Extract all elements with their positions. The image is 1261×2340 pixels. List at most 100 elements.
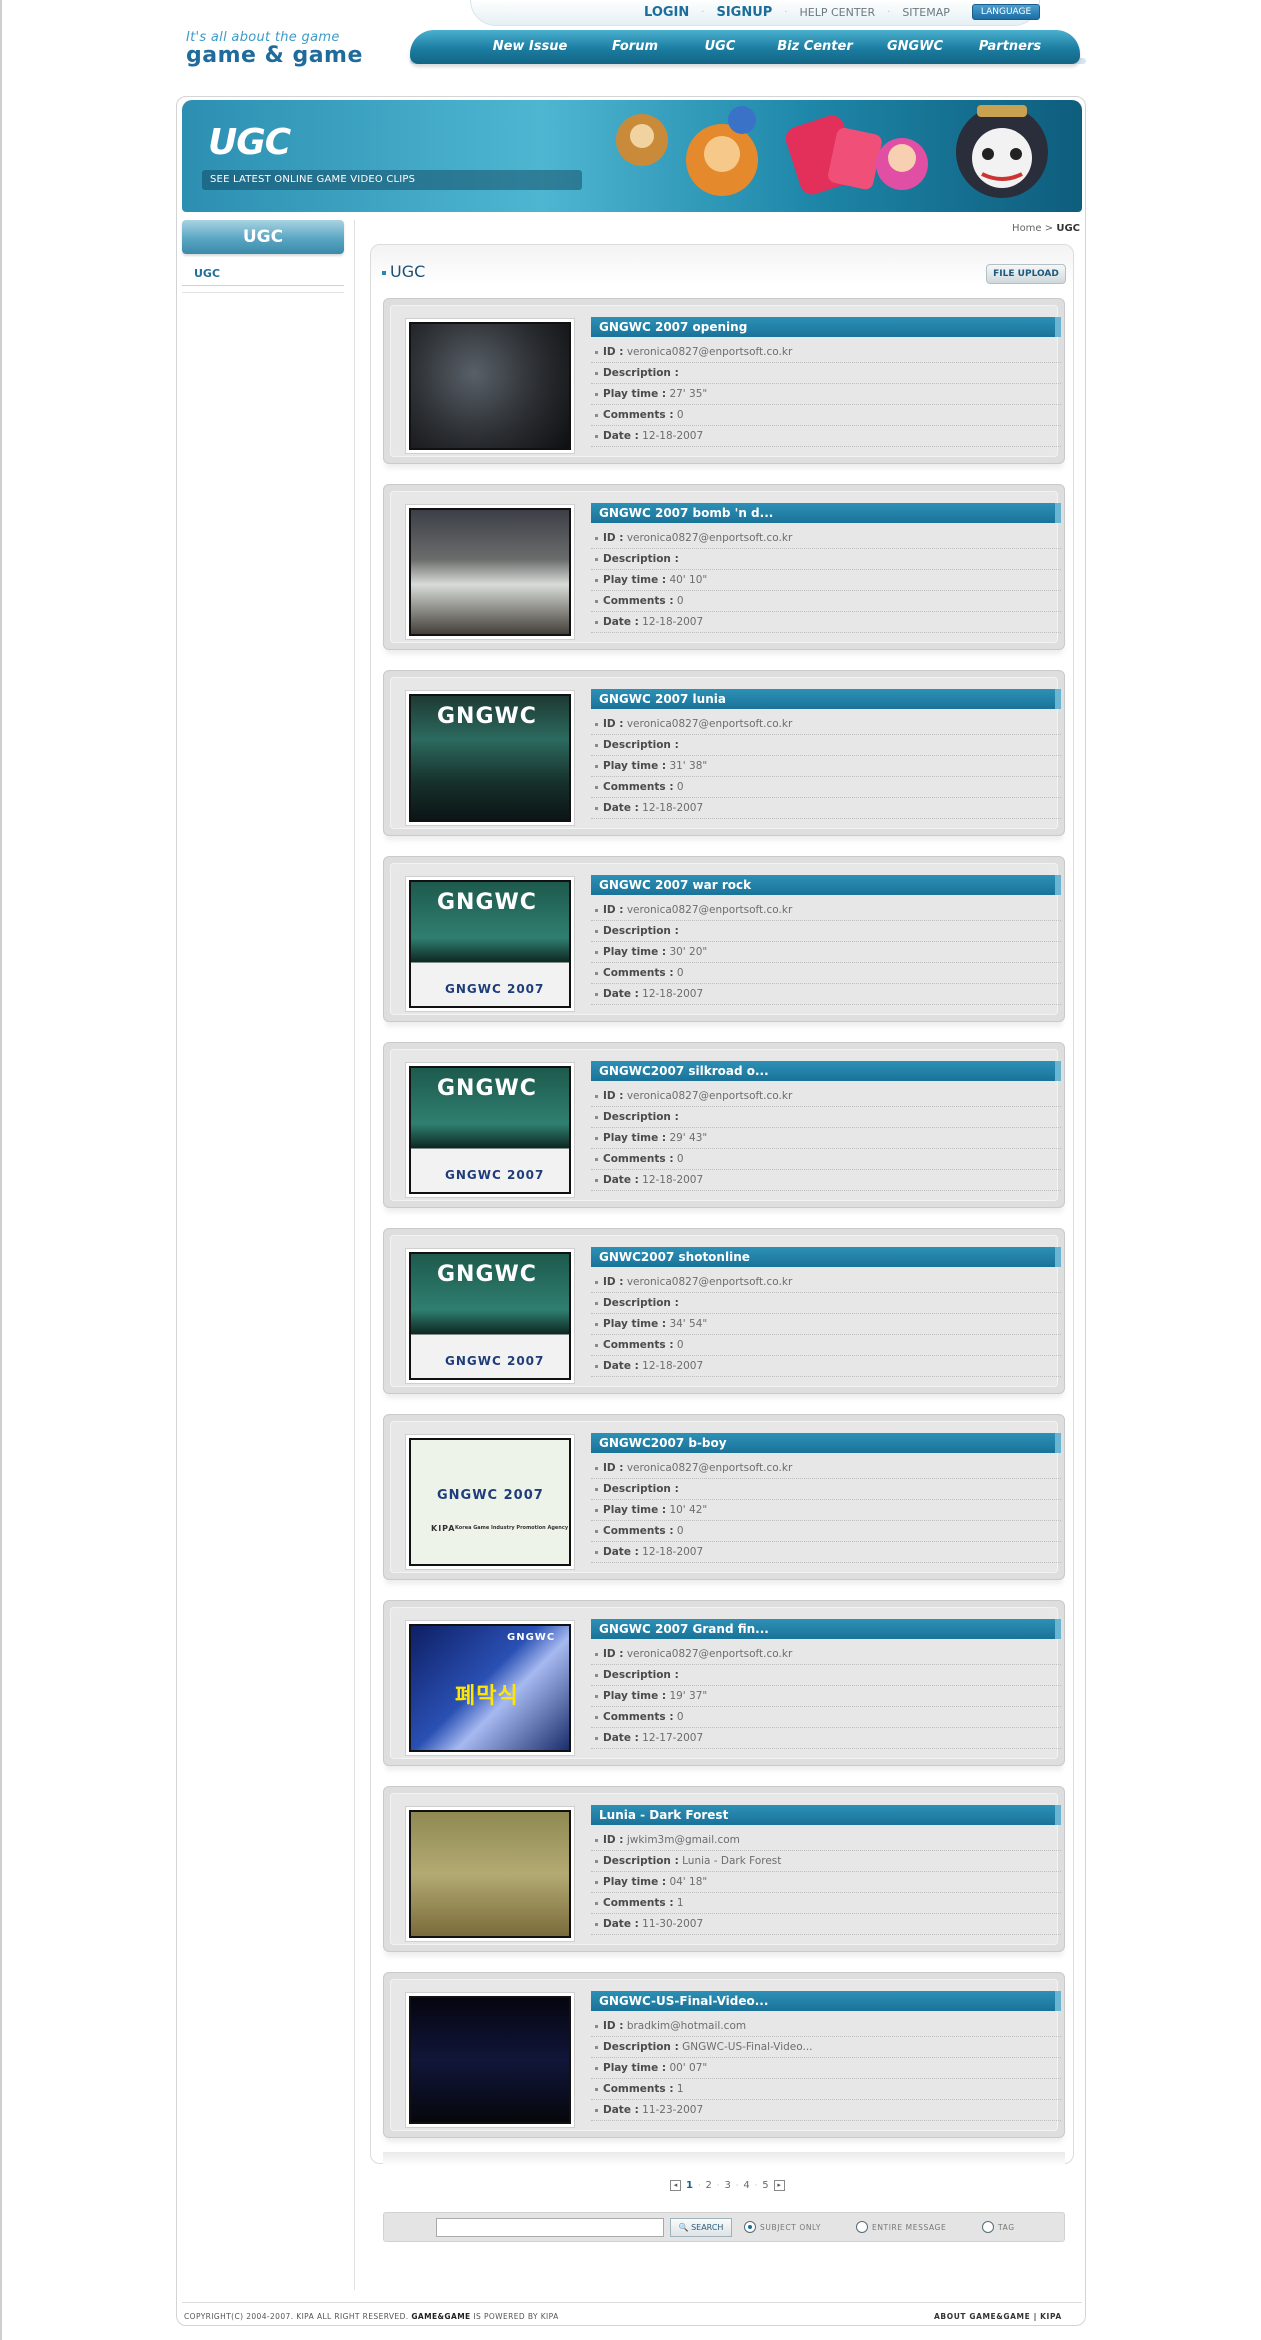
bullet-icon xyxy=(595,557,598,561)
bullet-icon xyxy=(595,992,598,996)
video-thumbnail-image[interactable]: GNGWC 폐막식 xyxy=(409,1624,571,1752)
clip-item[interactable]: GNGWC 2007 KIPA Korea Game Industry Promot… xyxy=(383,1414,1065,1580)
nav-gngwc[interactable]: GNGWC xyxy=(870,37,960,54)
clip-title[interactable]: GNGWC 2007 bomb 'n d... xyxy=(591,503,1061,523)
field-value: 11-30-2007 xyxy=(642,1918,704,1930)
radio-unchecked-icon[interactable] xyxy=(856,2221,868,2233)
bullet-icon xyxy=(595,2024,598,2028)
clip-field-playtime: Play time : 30' 20" xyxy=(591,942,1061,963)
clip-thumbnail[interactable] xyxy=(405,504,575,640)
clip-item[interactable]: Lunia - Dark Forest ID : jwkim3m@gmail.co… xyxy=(383,1786,1065,1952)
field-value: 0 xyxy=(676,967,684,979)
nav-biz-center[interactable]: Biz Center xyxy=(760,37,870,54)
clip-item[interactable]: GNGWC 폐막식 GNGWC 2007 Grand fin... ID : vero… xyxy=(383,1600,1065,1766)
clip-item[interactable]: GNGWC-US-Final-Video... ID : bradkim@hotm… xyxy=(383,1972,1065,2138)
video-thumbnail-image[interactable]: GNGWC GNGWC 2007 xyxy=(409,1066,571,1194)
bullet-icon xyxy=(595,1859,598,1863)
clip-title[interactable]: GNGWC 2007 Grand fin... xyxy=(591,1619,1061,1639)
clip-field-date: Date : 12-18-2007 xyxy=(591,1170,1061,1191)
page-link-3[interactable]: 3 xyxy=(724,2180,730,2191)
field-value: 12-18-2007 xyxy=(642,988,704,1000)
clip-thumbnail[interactable]: GNGWC GNGWC 2007 xyxy=(405,1248,575,1384)
login-link[interactable]: LOGIN xyxy=(632,5,701,20)
video-thumbnail-image[interactable]: GNGWC 2007 KIPA Korea Game Industry Promot… xyxy=(409,1438,571,1566)
video-thumbnail-image[interactable] xyxy=(409,1810,571,1938)
clip-thumbnail[interactable] xyxy=(405,1992,575,2128)
next-page-icon[interactable]: ▸ xyxy=(773,2180,785,2191)
radio-tag[interactable]: TAG xyxy=(982,2221,1015,2233)
file-upload-button[interactable]: FILE UPLOAD xyxy=(986,264,1066,284)
page-link-4[interactable]: 4 xyxy=(743,2180,749,2191)
help-center-link[interactable]: HELP CENTER xyxy=(787,6,887,19)
field-label: Play time : xyxy=(603,1876,667,1888)
bullet-icon xyxy=(595,1487,598,1491)
clip-thumbnail[interactable]: GNGWC GNGWC 2007 xyxy=(405,876,575,1012)
clip-thumbnail[interactable] xyxy=(405,318,575,454)
clip-title[interactable]: GNGWC 2007 war rock xyxy=(591,875,1061,895)
sidebar-item-ugc[interactable]: UGC xyxy=(182,262,344,286)
clip-thumbnail[interactable]: GNGWC GNGWC 2007 xyxy=(405,1062,575,1198)
video-thumbnail-image[interactable] xyxy=(409,1996,571,2124)
clip-title[interactable]: GNGWC-US-Final-Video... xyxy=(591,1991,1061,2011)
clip-field-description: Description : xyxy=(591,1479,1061,1500)
language-button[interactable]: LANGUAGE xyxy=(971,4,1041,20)
nav-partners[interactable]: Partners xyxy=(960,37,1060,54)
thumb-logo-text: GNGWC xyxy=(437,704,537,729)
breadcrumb-home[interactable]: Home xyxy=(1012,223,1042,234)
video-thumbnail-image[interactable]: GNGWC GNGWC 2007 xyxy=(409,880,571,1008)
field-label: Comments : xyxy=(603,967,674,979)
clip-field-comments: Comments : 0 xyxy=(591,1521,1061,1542)
field-value: 12-18-2007 xyxy=(642,616,704,628)
page-link-1[interactable]: 1 xyxy=(686,2180,693,2191)
search-button-label: SEARCH xyxy=(691,2223,724,2232)
video-thumbnail-image[interactable] xyxy=(409,508,571,636)
footer-link-kipa[interactable]: KIPA xyxy=(1040,2312,1062,2321)
clip-title[interactable]: Lunia - Dark Forest xyxy=(591,1805,1061,1825)
clip-item[interactable]: GNGWC GNGWC 2007 lunia ID : veronica0827@e… xyxy=(383,670,1065,836)
nav-new-issue[interactable]: New Issue xyxy=(470,37,590,54)
page-link-5[interactable]: 5 xyxy=(762,2180,768,2191)
signup-link[interactable]: SIGNUP xyxy=(704,5,784,20)
clip-thumbnail[interactable]: GNGWC 폐막식 xyxy=(405,1620,575,1756)
clip-item[interactable]: GNGWC 2007 bomb 'n d... ID : veronica0827… xyxy=(383,484,1065,650)
clip-item[interactable]: GNGWC GNGWC 2007 GNWC2007 shotonline ID : v… xyxy=(383,1228,1065,1394)
search-input[interactable] xyxy=(436,2218,664,2237)
bullet-icon xyxy=(595,1922,598,1926)
clip-fields: ID : veronica0827@enportsoft.co.kr Descri… xyxy=(591,714,1061,819)
clip-thumbnail[interactable] xyxy=(405,1806,575,1942)
video-thumbnail-image[interactable] xyxy=(409,322,571,450)
clip-field-comments: Comments : 0 xyxy=(591,405,1061,426)
video-thumbnail-image[interactable]: GNGWC GNGWC 2007 xyxy=(409,1252,571,1380)
page-link-2[interactable]: 2 xyxy=(706,2180,712,2191)
field-label: Comments : xyxy=(603,1525,674,1537)
footer-link-about[interactable]: ABOUT GAME&GAME xyxy=(934,2312,1030,2321)
field-value: 0 xyxy=(676,595,684,607)
clip-title[interactable]: GNGWC 2007 lunia xyxy=(591,689,1061,709)
search-button[interactable]: 🔍 SEARCH xyxy=(670,2218,732,2237)
clip-thumbnail[interactable]: GNGWC 2007 KIPA Korea Game Industry Promot… xyxy=(405,1434,575,1570)
video-thumbnail-image[interactable]: GNGWC xyxy=(409,694,571,822)
field-label: Date : xyxy=(603,1732,639,1744)
clip-title[interactable]: GNGWC2007 silkroad o... xyxy=(591,1061,1061,1081)
nav-ugc[interactable]: UGC xyxy=(680,37,760,54)
clip-item[interactable]: GNGWC GNGWC 2007 GNGWC 2007 war rock ID : v… xyxy=(383,856,1065,1022)
clip-title[interactable]: GNGWC 2007 opening xyxy=(591,317,1061,337)
radio-checked-icon[interactable] xyxy=(744,2221,756,2233)
site-logo[interactable]: It's all about the game game & game xyxy=(186,30,363,68)
field-label: Description : xyxy=(603,925,679,937)
bullet-icon xyxy=(595,1508,598,1512)
bullet-icon xyxy=(595,1115,598,1119)
clip-title[interactable]: GNGWC2007 b-boy xyxy=(591,1433,1061,1453)
prev-page-icon[interactable]: ◂ xyxy=(670,2180,681,2191)
radio-subject-only[interactable]: SUBJECT ONLY xyxy=(744,2221,821,2233)
sitemap-link[interactable]: SITEMAP xyxy=(890,6,962,19)
nav-forum[interactable]: Forum xyxy=(590,37,680,54)
clip-field-playtime: Play time : 40' 10" xyxy=(591,570,1061,591)
clip-title[interactable]: GNWC2007 shotonline xyxy=(591,1247,1061,1267)
footer-divider xyxy=(182,2302,1082,2303)
clip-item[interactable]: GNGWC 2007 opening ID : veronica0827@enpo… xyxy=(383,298,1065,464)
radio-entire-message[interactable]: ENTIRE MESSAGE xyxy=(856,2221,946,2233)
clip-item[interactable]: GNGWC GNGWC 2007 GNGWC2007 silkroad o... ID… xyxy=(383,1042,1065,1208)
radio-unchecked-icon[interactable] xyxy=(982,2221,994,2233)
clip-thumbnail[interactable]: GNGWC xyxy=(405,690,575,826)
